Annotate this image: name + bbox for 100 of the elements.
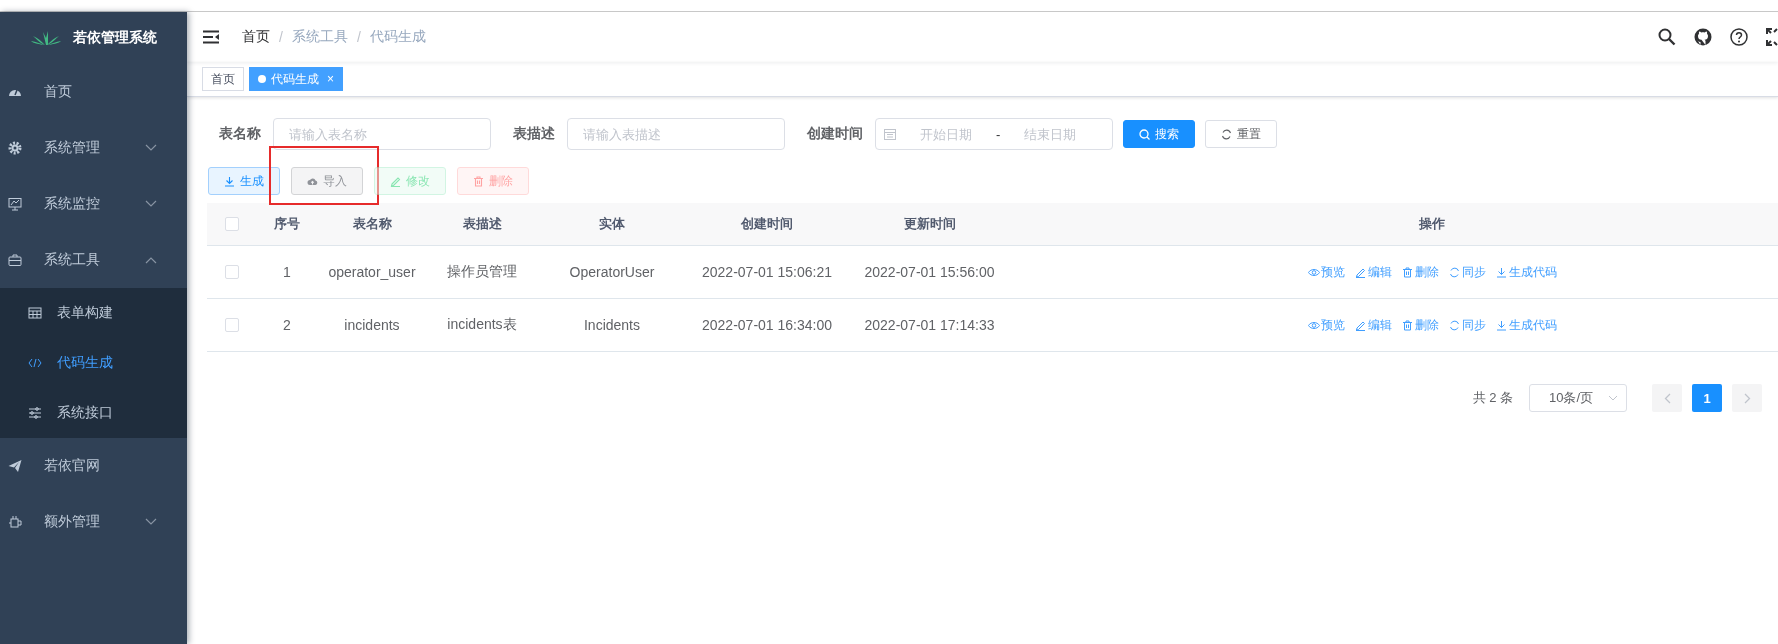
plug-icon — [8, 515, 22, 529]
column-header: 实体 — [599, 216, 625, 231]
breadcrumb-item: 系统工具 — [291, 28, 348, 46]
field-label: 表描述 — [513, 125, 555, 143]
action-link[interactable]: 生成代码 — [1495, 316, 1557, 334]
search-icon[interactable] — [1658, 28, 1676, 46]
action-link[interactable]: 同步 — [1448, 263, 1486, 281]
action-link[interactable]: 删除 — [1401, 263, 1439, 281]
action-link[interactable]: 预览 — [1307, 263, 1345, 281]
menu-item[interactable]: 系统工具 — [0, 232, 187, 288]
trash-icon — [1401, 266, 1414, 278]
submenu-item[interactable]: 表单构建 — [0, 288, 187, 338]
trash-icon — [473, 175, 484, 187]
action-link[interactable]: 删除 — [1401, 316, 1439, 334]
menu-label: 额外管理 — [44, 513, 101, 531]
pen-icon — [390, 175, 401, 187]
reset-button[interactable]: 重置 — [1205, 120, 1277, 148]
download-icon — [1495, 319, 1508, 331]
column-header: 操作 — [1419, 216, 1445, 231]
checkbox[interactable] — [225, 265, 239, 279]
menu-label: 系统监控 — [44, 195, 101, 213]
download-icon — [224, 175, 235, 187]
action-link[interactable]: 编辑 — [1354, 316, 1392, 334]
menu-item[interactable]: 若依官网 — [0, 438, 187, 494]
date-range-field[interactable]: 开始日期 - 结束日期 — [875, 118, 1113, 150]
chevron-right-icon — [1743, 392, 1751, 404]
input-field[interactable]: 请输入表名称 — [273, 118, 491, 150]
breadcrumb-separator: / — [356, 29, 361, 45]
action-link[interactable]: 生成代码 — [1495, 263, 1557, 281]
column-header: 序号 — [274, 216, 300, 231]
chevron-icon — [1608, 395, 1618, 401]
refresh-icon — [1221, 128, 1232, 140]
submenu-item[interactable]: 系统接口 — [0, 388, 187, 438]
plane-icon — [8, 459, 22, 473]
page-button[interactable]: 1 — [1692, 384, 1722, 412]
action-link[interactable]: 编辑 — [1354, 263, 1392, 281]
download-icon — [1495, 266, 1508, 278]
action-link[interactable]: 预览 — [1307, 316, 1345, 334]
code-icon — [28, 357, 42, 369]
menu-icon[interactable] — [202, 30, 220, 44]
toolbar-button[interactable]: 生成 — [208, 167, 280, 195]
cat-silhouette-icon[interactable] — [1694, 28, 1712, 46]
eye-icon — [1307, 266, 1320, 278]
trash-icon — [1401, 319, 1414, 331]
case-icon — [8, 253, 22, 267]
pen-icon — [1354, 266, 1367, 278]
grid-icon — [28, 307, 42, 319]
tab[interactable]: 代码生成 × — [249, 67, 343, 91]
table-cell: 2022-07-01 17:14:33 — [864, 317, 995, 333]
cloud-icon — [307, 175, 318, 187]
sync-icon — [1448, 266, 1461, 278]
search-icon — [1139, 128, 1150, 140]
calendar-icon — [884, 128, 896, 140]
menu-label: 系统工具 — [44, 251, 101, 269]
menu-item[interactable]: 额外管理 — [0, 494, 187, 550]
page-size-select[interactable]: 10条/页 — [1529, 384, 1627, 412]
table-cell: 2022-07-01 15:06:21 — [702, 264, 832, 280]
table-cell: incidents表 — [447, 316, 517, 332]
menu-item[interactable]: 系统管理 — [0, 120, 187, 176]
chevron-left-icon — [1663, 392, 1671, 404]
monitor-icon — [8, 197, 22, 211]
table-cell: 2 — [283, 317, 291, 333]
tab[interactable]: 首页 — [202, 67, 244, 91]
fullscreen-icon[interactable] — [1766, 28, 1778, 46]
total-count: 共 2 条 — [1472, 389, 1513, 407]
field-label: 表名称 — [219, 125, 261, 143]
pen-icon — [1354, 319, 1367, 331]
breadcrumb-item: 代码生成 — [369, 28, 426, 46]
column-header: 表描述 — [462, 216, 502, 231]
checkbox[interactable] — [225, 318, 239, 332]
leaf-logo-icon — [30, 30, 61, 46]
table-cell: Incidents — [583, 317, 640, 333]
input-field[interactable]: 请输入表描述 — [567, 118, 785, 150]
breadcrumb-item[interactable]: 首页 — [242, 28, 270, 46]
app-title: 若依管理系统 — [72, 29, 157, 47]
sync-icon — [1448, 319, 1461, 331]
help-icon[interactable] — [1730, 28, 1748, 46]
eye-icon — [1307, 319, 1320, 331]
menu-item[interactable]: 系统监控 — [0, 176, 187, 232]
menu-label: 首页 — [44, 83, 73, 101]
menu-label: 若依官网 — [44, 457, 101, 475]
submenu-label: 代码生成 — [57, 354, 113, 372]
table-cell: 操作员管理 — [447, 263, 517, 279]
sliders-icon — [28, 407, 42, 419]
table-cell: operator_user — [328, 264, 416, 280]
menu-item[interactable]: 首页 — [0, 64, 187, 120]
search-button[interactable]: 搜索 — [1123, 120, 1195, 148]
submenu-label: 系统接口 — [57, 404, 113, 422]
submenu-item[interactable]: 代码生成 — [0, 338, 187, 388]
submenu-label: 表单构建 — [57, 304, 113, 322]
column-header: 表名称 — [352, 216, 392, 231]
column-header: 创建时间 — [741, 216, 793, 231]
date-separator: - — [996, 126, 1001, 142]
table-cell: 2022-07-01 15:56:00 — [864, 264, 995, 280]
checkbox[interactable] — [225, 217, 239, 231]
column-header: 更新时间 — [903, 216, 956, 231]
gear-icon — [8, 141, 22, 155]
toolbar-button[interactable]: 导入 — [291, 167, 363, 195]
action-link[interactable]: 同步 — [1448, 316, 1486, 334]
table-cell: OperatorUser — [569, 264, 655, 280]
